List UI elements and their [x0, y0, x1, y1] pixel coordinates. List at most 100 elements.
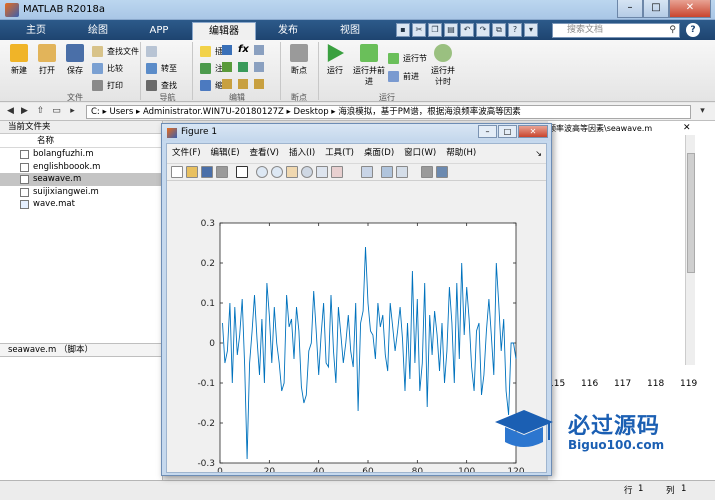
menu-help[interactable]: 帮助(H) [446, 146, 476, 161]
new-button[interactable]: 新建 [4, 44, 34, 76]
path-input[interactable]: C: ▸ Users ▸ Administrator.WIN7U-2018012… [86, 105, 691, 119]
nav-back-forward[interactable] [146, 45, 161, 58]
tab-view[interactable]: 视图 [320, 22, 380, 40]
pan-icon[interactable] [286, 166, 298, 178]
percent-icon[interactable] [222, 62, 232, 72]
copy-icon[interactable]: ❐ [428, 23, 442, 37]
editor-scrollbar[interactable] [685, 135, 695, 365]
file-row[interactable]: wave.mat [0, 198, 162, 211]
file-details-bar[interactable]: seawave.m （脚本） [0, 343, 163, 357]
row-label: 行 [624, 486, 633, 496]
uncomment-icon[interactable] [238, 62, 248, 72]
switch-windows-icon[interactable]: ⧉ [492, 23, 506, 37]
advance-button[interactable]: 前进 [388, 70, 419, 83]
menu-window[interactable]: 窗口(W) [404, 146, 436, 161]
brush-icon[interactable] [331, 166, 343, 178]
tab-apps[interactable]: APP [129, 22, 189, 40]
menubar-grip-icon[interactable]: ↘ [535, 146, 542, 161]
data-cursor-icon[interactable] [316, 166, 328, 178]
new-figure-icon[interactable] [171, 166, 183, 178]
function-dropdown-icon[interactable] [254, 45, 264, 55]
goto-button[interactable]: 转至 [146, 62, 177, 75]
redo-icon[interactable]: ↷ [476, 23, 490, 37]
breakpoints-button[interactable]: 断点 [284, 44, 314, 76]
tab-home[interactable]: 主页 [6, 22, 66, 40]
figure-minimize-button[interactable]: – [478, 125, 497, 138]
close-button[interactable]: ✕ [669, 0, 711, 18]
insert-legend-icon[interactable] [396, 166, 408, 178]
undo-icon[interactable]: ↶ [460, 23, 474, 37]
open-button[interactable]: 打开 [32, 44, 62, 76]
file-row-selected[interactable]: seawave.m [0, 173, 162, 186]
dropdown-icon[interactable]: ▾ [524, 23, 538, 37]
menu-edit[interactable]: 编辑(E) [211, 146, 240, 161]
edit-plot-icon[interactable] [236, 166, 248, 178]
figure-close-button[interactable]: ✕ [518, 125, 548, 138]
up-folder-icon[interactable]: ⇧ [34, 105, 47, 118]
forward-icon[interactable]: ▶ [18, 105, 31, 118]
file-row[interactable]: suijixiangwei.m [0, 186, 162, 199]
menu-view[interactable]: 查看(V) [250, 146, 279, 161]
run-time-label: 运行并计时 [431, 66, 455, 86]
figure-maximize-button[interactable]: □ [498, 125, 517, 138]
link-plot-icon[interactable] [361, 166, 373, 178]
hide-plot-tools-icon[interactable] [421, 166, 433, 178]
paste-icon[interactable]: ▤ [444, 23, 458, 37]
zoom-in-icon[interactable] [256, 166, 268, 178]
menu-file[interactable]: 文件(F) [172, 146, 201, 161]
search-input[interactable]: 搜索文档 ⚲ [552, 23, 680, 38]
cut-icon[interactable]: ✂ [412, 23, 426, 37]
run-advance-button[interactable]: 运行并前进 [352, 44, 386, 87]
help-quick-icon[interactable]: ? [508, 23, 522, 37]
tab-publish[interactable]: 发布 [258, 22, 318, 40]
insert-colorbar-icon[interactable] [381, 166, 393, 178]
minimize-button[interactable]: – [617, 0, 643, 18]
search-icon: ⚲ [669, 25, 676, 35]
print-figure-icon[interactable] [216, 166, 228, 178]
find-files-button[interactable]: 查找文件 [92, 45, 139, 58]
figure-canvas[interactable]: 0 20 40 60 80 100 120 -0.3 -0.2 -0.1 0 0.1 0.2 0.3 [167, 182, 546, 477]
file-row[interactable]: bolangfuzhi.m [0, 148, 162, 161]
wrap-comments-icon[interactable] [254, 62, 264, 72]
browse-folder-icon[interactable]: ▭ [50, 105, 63, 118]
save-figure-icon[interactable] [201, 166, 213, 178]
show-plot-tools-icon[interactable] [436, 166, 448, 178]
back-icon[interactable]: ◀ [4, 105, 17, 118]
maximize-button[interactable]: □ [643, 0, 669, 18]
open-label: 打开 [39, 66, 55, 75]
scrollbar-thumb[interactable] [687, 153, 695, 273]
open-file-icon[interactable] [186, 166, 198, 178]
print-button[interactable]: 打印 [92, 79, 123, 92]
decrease-indent-icon[interactable] [254, 79, 264, 89]
run-time-button[interactable]: 运行并计时 [428, 44, 458, 87]
tab-editor[interactable]: 编辑器 [192, 22, 256, 40]
file-row[interactable]: englishboook.m [0, 161, 162, 174]
figure-title-bar[interactable]: Figure 1 – □ ✕ [162, 124, 551, 141]
run-button[interactable]: 运行 [320, 44, 350, 76]
menu-desktop[interactable]: 桌面(D) [364, 146, 394, 161]
path-dropdown-icon[interactable]: ▾ [696, 105, 709, 118]
y-tick-label: -0.2 [197, 419, 215, 429]
insert-section-icon[interactable] [222, 45, 232, 55]
save-button[interactable]: 保存 [60, 44, 90, 76]
panel-close-icon[interactable]: ✕ [683, 123, 691, 133]
y-tick-label: -0.3 [197, 459, 215, 469]
run-section-button[interactable]: 运行节 [388, 52, 427, 65]
help-icon[interactable]: ? [686, 23, 700, 37]
rotate-3d-icon[interactable] [301, 166, 313, 178]
zoom-out-icon[interactable] [271, 166, 283, 178]
menu-insert[interactable]: 插入(I) [289, 146, 315, 161]
increase-indent-icon[interactable] [238, 79, 248, 89]
find-button[interactable]: 查找 [146, 79, 177, 92]
menu-tools[interactable]: 工具(T) [325, 146, 354, 161]
name-column-header[interactable]: 名称 [0, 134, 162, 148]
figure-client: 文件(F) 编辑(E) 查看(V) 插入(I) 工具(T) 桌面(D) 窗口(W… [166, 143, 547, 477]
window-controls: – □ ✕ [617, 0, 711, 18]
open-folder-icon [38, 44, 56, 62]
tab-plots[interactable]: 绘图 [68, 22, 128, 40]
editor-file-tab[interactable]: 频率波高等因素\seawave.m [548, 123, 678, 134]
smart-indent-icon[interactable] [222, 79, 232, 89]
compare-button[interactable]: 比较 [92, 62, 123, 75]
fx-icon[interactable]: fx [238, 44, 249, 55]
save-quick-icon[interactable]: ▪ [396, 23, 410, 37]
